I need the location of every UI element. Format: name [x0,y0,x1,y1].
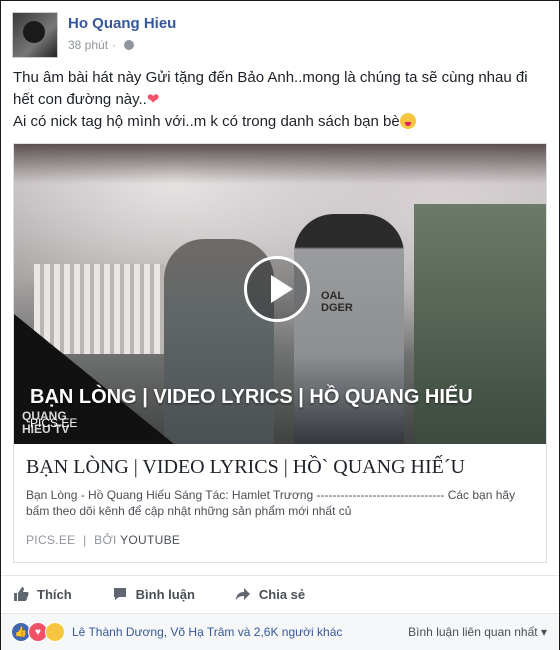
reactors-text[interactable]: Lê Thành Dương, Võ Hạ Trâm và 2,6K người… [72,625,342,639]
post-actions: Thích Bình luận Chia sẻ [1,575,559,612]
card-by-value[interactable]: YOUTUBE [120,533,180,547]
video-overlay-source: PICS.EE [30,416,78,430]
comment-sort-label: Bình luận liên quan nhất [408,625,538,639]
globe-icon [124,40,135,50]
comment-icon [113,588,126,600]
card-domain-separator: | [83,533,87,547]
share-label: Chia sẻ [258,586,306,602]
comment-sort-dropdown[interactable]: Bình luận liên quan nhất ▾ [408,625,547,639]
post-text-line2: Ai có nick tag hộ mình với..m k có trong… [13,113,400,130]
author-name[interactable]: Ho Quang Hieu [68,15,176,32]
post-time: 38 phút · [68,38,176,52]
heart-emoji-icon: ❤ [146,91,160,108]
share-icon [235,588,250,600]
link-card[interactable]: OAL DGER QUANG HIEU TV BẠN LÒNG | VIDEO LY… [13,143,547,563]
card-domain-name: PICS.EE [26,533,76,547]
branches-decor [14,144,546,184]
comment-button[interactable]: Bình luận [112,586,195,602]
chevron-down-icon: ▾ [540,625,547,639]
video-thumbnail[interactable]: OAL DGER QUANG HIEU TV BẠN LÒNG | VIDEO LY… [14,144,546,444]
person-man [294,214,404,444]
time-separator: · [112,38,117,52]
hoodie-print: OAL DGER [321,290,353,314]
haha-reaction-icon [45,622,65,642]
like-label: Thích [37,586,72,602]
card-title[interactable]: BẠN LÒNG | VIDEO LYRICS | HỒ` QUANG HIẾ´… [26,456,534,479]
post-header: Ho Quang Hieu 38 phút · [12,12,176,58]
play-icon[interactable] [244,256,310,322]
share-button[interactable]: Chia sẻ [235,586,305,602]
facebook-post: Ho Quang Hieu 38 phút · Thu âm bài hát n… [0,0,560,650]
card-by-label: BỞI [94,533,117,547]
like-button[interactable]: Thích [13,586,72,602]
avatar[interactable] [12,12,58,58]
tongue-emoji-icon [399,113,416,129]
reaction-icons[interactable]: 👍 ♥ [11,622,65,642]
reactions-bar: 👍 ♥ Lê Thành Dương, Võ Hạ Trâm và 2,6K n… [1,613,559,650]
post-text-line1: Thu âm bài hát này Gửi tặng đến Bảo Anh.… [13,69,528,108]
card-domain: PICS.EE | BỞI YOUTUBE [26,533,534,547]
video-overlay-title: BẠN LÒNG | VIDEO LYRICS | HỒ QUANG HIẾU [30,386,473,408]
card-body[interactable]: BẠN LÒNG | VIDEO LYRICS | HỒ` QUANG HIẾ´… [14,444,546,547]
thumbs-up-icon [14,587,29,601]
card-description: Bạn Lòng - Hồ Quang Hiếu Sáng Tác: Hamle… [26,488,516,518]
timestamp[interactable]: 38 phút [68,38,108,52]
post-meta: Ho Quang Hieu 38 phút · [68,12,176,58]
comment-label: Bình luận [135,586,195,602]
post-text: Thu âm bài hát này Gửi tặng đến Bảo Anh.… [13,67,548,133]
